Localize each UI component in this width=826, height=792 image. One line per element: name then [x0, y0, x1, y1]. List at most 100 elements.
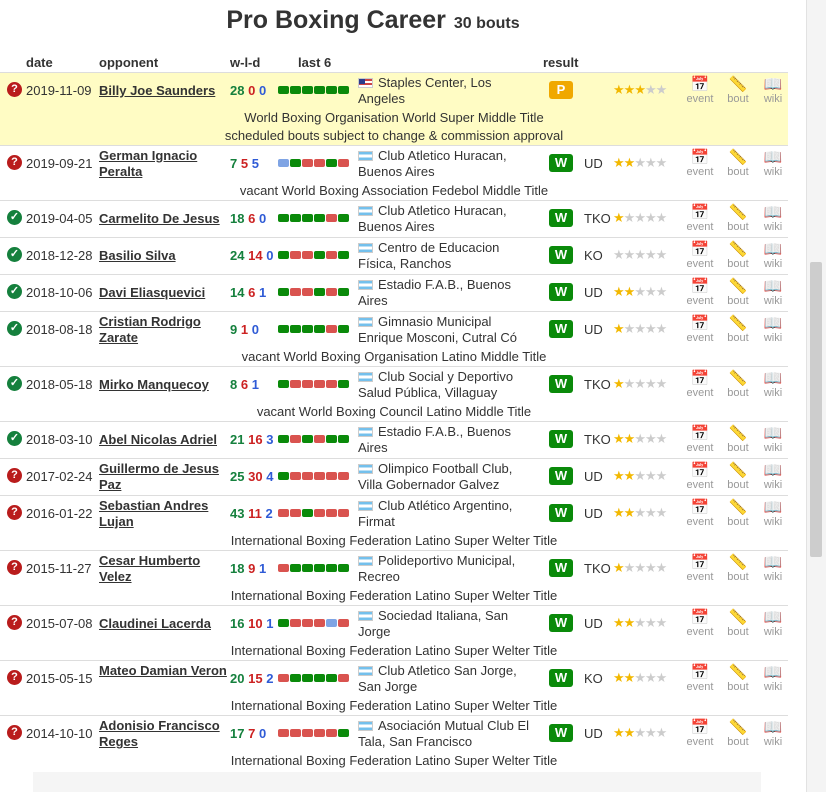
bout-link[interactable]: 📏 bout: [722, 555, 754, 584]
wiki-link[interactable]: 📖 wiki: [757, 463, 789, 492]
wiki-link[interactable]: 📖 wiki: [757, 316, 789, 345]
question-circle-icon[interactable]: ?: [7, 725, 22, 740]
bout-link[interactable]: 📏 bout: [722, 499, 754, 529]
event-link[interactable]: 📅 event: [684, 463, 716, 492]
ruler-icon: 📏: [728, 499, 748, 516]
scrollbar-thumb[interactable]: [810, 262, 822, 557]
check-circle-icon[interactable]: ✓: [7, 376, 22, 391]
bout-link[interactable]: 📏 bout: [722, 242, 754, 271]
question-circle-icon[interactable]: ?: [7, 505, 22, 520]
check-circle-icon[interactable]: ✓: [7, 321, 22, 336]
check-circle-icon[interactable]: ✓: [7, 247, 22, 262]
event-link[interactable]: 📅 event: [684, 371, 716, 400]
event-link[interactable]: 📅 event: [684, 279, 716, 308]
question-circle-icon[interactable]: ?: [7, 560, 22, 575]
event-link[interactable]: 📅 event: [684, 316, 716, 345]
opponent-link[interactable]: Basilio Silva: [99, 248, 229, 264]
opponent-link[interactable]: Adonisio Francisco Reges: [99, 718, 229, 750]
event-link[interactable]: 📅 event: [684, 242, 716, 271]
wiki-link[interactable]: 📖 wiki: [757, 500, 789, 529]
result-badge: P: [549, 81, 573, 99]
star-icon: ★: [623, 321, 636, 336]
check-circle-icon[interactable]: ✓: [7, 284, 22, 299]
result-method: UD: [584, 469, 603, 484]
bout-link[interactable]: 📏 bout: [722, 316, 754, 345]
event-link[interactable]: 📅 event: [684, 610, 716, 639]
bout-link[interactable]: 📏 bout: [722, 150, 754, 179]
opponent-link[interactable]: Mateo Damian Veron: [99, 663, 229, 679]
calendar-clock-icon: 📅: [690, 499, 710, 516]
last6-segment-W: [290, 214, 301, 222]
question-circle-icon[interactable]: ?: [7, 468, 22, 483]
bout-link[interactable]: 📏 bout: [722, 463, 754, 492]
event-link[interactable]: 📅 event: [684, 555, 716, 584]
event-link[interactable]: 📅 event: [684, 665, 716, 694]
event-link[interactable]: 📅 event: [684, 499, 716, 529]
event-link[interactable]: 📅 event: [684, 719, 716, 749]
opponent-link[interactable]: Carmelito De Jesus: [99, 211, 229, 227]
wiki-link[interactable]: 📖 wiki: [757, 720, 789, 749]
bout-link[interactable]: 📏 bout: [722, 205, 754, 234]
book-icon: 📖: [763, 76, 783, 93]
wiki-link[interactable]: 📖 wiki: [757, 242, 789, 271]
opponent-link[interactable]: Guillermo de Jesus Paz: [99, 461, 229, 493]
question-circle-icon[interactable]: ?: [7, 615, 22, 630]
opponent-link[interactable]: Billy Joe Saunders: [99, 83, 229, 99]
opponent-link[interactable]: Claudinei Lacerda: [99, 616, 229, 632]
opponent-link[interactable]: Mirko Manquecoy: [99, 377, 229, 393]
venue: Sociedad Italiana, San Jorge: [358, 608, 538, 640]
col-header-date[interactable]: date: [26, 55, 53, 70]
opponent-link[interactable]: German Ignacio Peralta: [99, 148, 229, 180]
last6-segment-W: [338, 380, 349, 388]
event-link[interactable]: 📅 event: [684, 426, 716, 455]
record-draws: 5: [251, 156, 259, 171]
record-wins: 8: [230, 377, 238, 392]
flag-ar-icon: [358, 317, 373, 327]
check-circle-icon[interactable]: ✓: [7, 431, 22, 446]
check-circle-icon[interactable]: ✓: [7, 210, 22, 225]
wiki-link[interactable]: 📖 wiki: [757, 665, 789, 694]
vertical-scrollbar[interactable]: [806, 0, 826, 792]
bout-link[interactable]: 📏 bout: [722, 279, 754, 308]
wiki-link[interactable]: 📖 wiki: [757, 371, 789, 400]
wiki-link[interactable]: 📖 wiki: [757, 279, 789, 308]
event-link[interactable]: 📅 event: [684, 205, 716, 234]
event-link[interactable]: 📅 event: [684, 150, 716, 179]
opponent-record: 24 14 0: [230, 248, 273, 263]
wiki-link[interactable]: 📖 wiki: [757, 555, 789, 584]
bout-link[interactable]: 📏 bout: [722, 665, 754, 694]
venue-name: Centro de Educacion Física, Ranchos: [358, 240, 500, 271]
venue: Club Social y Deportivo Salud Pública, V…: [358, 369, 538, 401]
question-circle-icon[interactable]: ?: [7, 155, 22, 170]
event-link[interactable]: 📅 event: [684, 77, 716, 106]
result-method: KO: [584, 671, 603, 686]
last6-segment-W: [278, 325, 289, 333]
wiki-link[interactable]: 📖 wiki: [757, 205, 789, 234]
col-header-opponent[interactable]: opponent: [99, 55, 158, 70]
bout-link[interactable]: 📏 bout: [722, 610, 754, 639]
star-icon: ★: [634, 725, 646, 740]
question-circle-icon[interactable]: ?: [7, 670, 22, 685]
wiki-link[interactable]: 📖 wiki: [757, 76, 789, 106]
last6-segment-W: [326, 435, 337, 443]
bout-link[interactable]: 📏 bout: [722, 77, 754, 106]
rating-stars: ★★★★★: [613, 210, 667, 226]
bout-link[interactable]: 📏 bout: [722, 371, 754, 400]
record-wins: 21: [230, 432, 245, 447]
bout-link[interactable]: 📏 bout: [722, 426, 754, 455]
wiki-link[interactable]: 📖 wiki: [757, 610, 789, 639]
opponent-link[interactable]: Davi Eliasquevici: [99, 285, 229, 301]
star-icon: ★: [655, 725, 668, 740]
opponent-link[interactable]: Cesar Humberto Velez: [99, 553, 229, 585]
bout-link[interactable]: 📏 bout: [722, 720, 754, 749]
opponent-link[interactable]: Cristian Rodrigo Zarate: [99, 314, 229, 346]
wiki-link[interactable]: 📖 wiki: [757, 426, 789, 455]
opponent-link[interactable]: Sebastian Andres Lujan: [99, 498, 229, 530]
star-icon: ★: [655, 431, 668, 446]
opponent-link[interactable]: Abel Nicolas Adriel: [99, 432, 229, 448]
calendar-clock-icon: 📅: [690, 719, 710, 736]
result-badge: W: [549, 246, 573, 264]
wiki-link[interactable]: 📖 wiki: [757, 150, 789, 179]
result-method: TKO: [584, 432, 611, 447]
question-circle-icon[interactable]: ?: [7, 82, 22, 97]
